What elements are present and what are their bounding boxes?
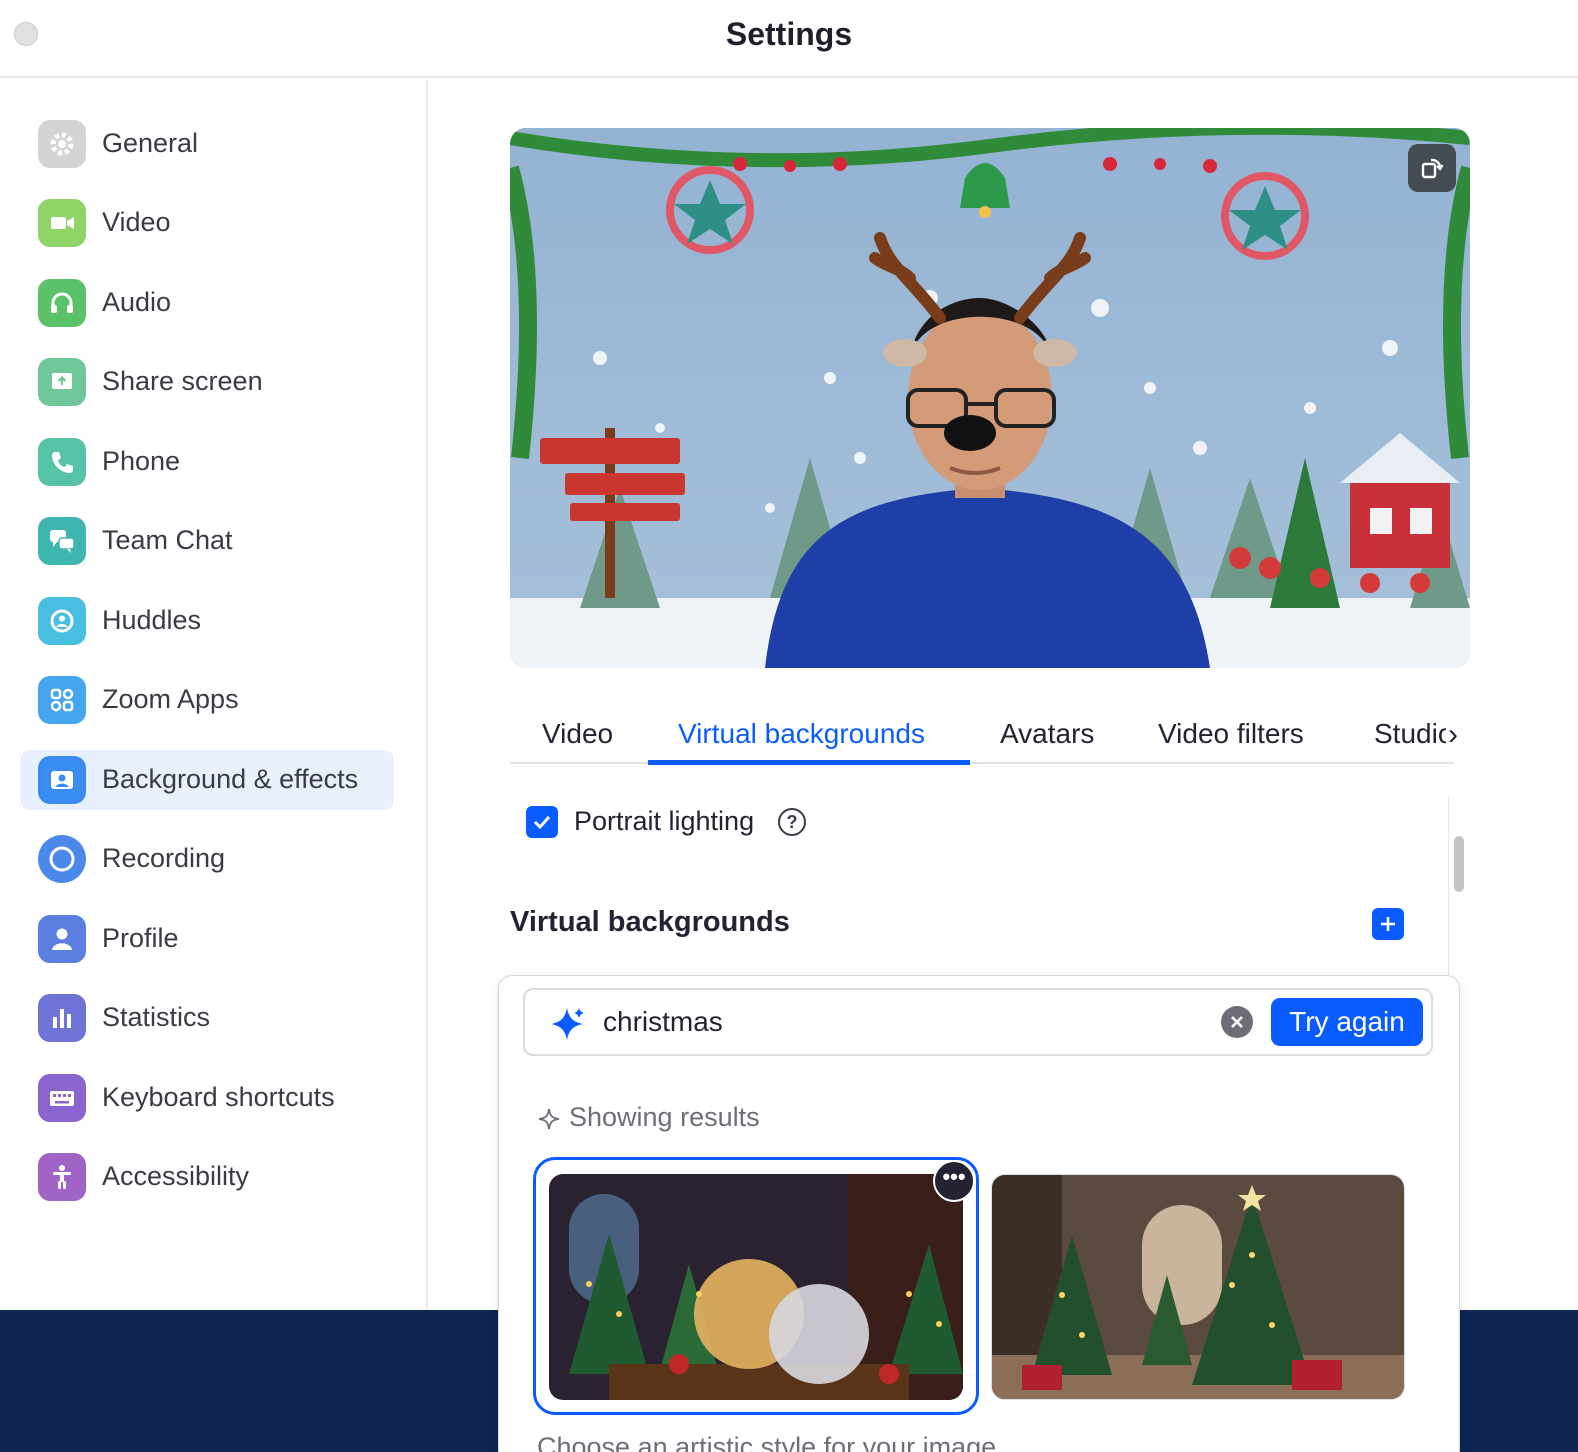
phone-icon <box>38 438 86 486</box>
virtual-backgrounds-heading: Virtual backgrounds <box>510 906 790 938</box>
bar-chart-icon <box>38 994 86 1042</box>
settings-sidebar: General Video Audio Share screen Phone T… <box>0 80 428 1310</box>
generated-background-option-2[interactable] <box>991 1174 1405 1400</box>
sidebar-item-label: Background & effects <box>102 764 359 794</box>
showing-results-label: Showing results <box>537 1102 760 1133</box>
sidebar-item-label: Team Chat <box>102 525 233 555</box>
tab-studio[interactable]: Studio <box>1374 718 1446 750</box>
rotate-icon <box>1421 158 1444 179</box>
showing-results-text: Showing results <box>569 1102 760 1132</box>
sidebar-item-label: Video <box>102 207 171 237</box>
sidebar-item-zoom-apps[interactable]: Zoom Apps <box>20 670 394 730</box>
close-icon <box>1231 1016 1243 1028</box>
sidebar-item-team-chat[interactable]: Team Chat <box>20 511 394 571</box>
gear-icon <box>38 120 86 168</box>
title-bar: Settings <box>0 0 1578 78</box>
sidebar-item-audio[interactable]: Audio <box>20 273 394 333</box>
sidebar-item-recording[interactable]: Recording <box>20 829 394 889</box>
sidebar-item-label: Zoom Apps <box>102 684 239 714</box>
headphones-icon <box>38 279 86 327</box>
portrait-lighting-checkbox[interactable] <box>526 806 558 838</box>
chat-bubbles-icon <box>38 517 86 565</box>
tab-virtual-backgrounds[interactable]: Virtual backgrounds <box>678 718 925 750</box>
tabs-scroll-right-button[interactable]: › <box>1448 718 1458 752</box>
scrollbar-thumb[interactable] <box>1454 836 1464 892</box>
ai-background-generator-panel: christmas Try again Showing results ••• <box>498 975 1460 1452</box>
rotate-video-button[interactable] <box>1408 144 1456 192</box>
more-options-button[interactable]: ••• <box>933 1160 975 1202</box>
help-icon[interactable]: ? <box>778 808 806 836</box>
portrait-lighting-label: Portrait lighting <box>574 806 755 836</box>
tab-video-filters[interactable]: Video filters <box>1158 718 1304 750</box>
sidebar-item-label: Profile <box>102 923 179 953</box>
christmas-ornaments-image <box>549 1174 963 1400</box>
sidebar-item-share-screen[interactable]: Share screen <box>20 352 394 412</box>
sidebar-item-label: Audio <box>102 287 172 317</box>
apps-icon <box>38 676 86 724</box>
sidebar-item-huddles[interactable]: Huddles <box>20 591 394 651</box>
accessibility-icon <box>38 1153 86 1201</box>
sidebar-item-general[interactable]: General <box>20 114 394 174</box>
record-icon <box>38 835 86 883</box>
person-icon <box>38 915 86 963</box>
keyboard-icon <box>38 1074 86 1122</box>
sidebar-item-label: Recording <box>102 843 226 873</box>
sidebar-item-label: Phone <box>102 446 181 476</box>
sidebar-item-label: Share screen <box>102 366 263 396</box>
active-tab-indicator <box>648 760 970 765</box>
sidebar-item-keyboard-shortcuts[interactable]: Keyboard shortcuts <box>20 1068 394 1128</box>
sidebar-item-label: Accessibility <box>102 1161 250 1191</box>
tab-video[interactable]: Video <box>542 718 613 750</box>
sidebar-item-phone[interactable]: Phone <box>20 432 394 492</box>
prompt-input[interactable]: christmas <box>603 1006 723 1038</box>
sidebar-item-label: General <box>102 128 199 158</box>
christmas-background-preview-image <box>510 128 1470 668</box>
sparkle-outline-icon <box>538 1108 560 1130</box>
plus-icon <box>1381 917 1395 931</box>
sidebar-item-profile[interactable]: Profile <box>20 909 394 969</box>
effects-tabs: Video Virtual backgrounds Avatars Video … <box>510 708 1458 765</box>
tab-avatars[interactable]: Avatars <box>1000 718 1094 750</box>
sidebar-item-statistics[interactable]: Statistics <box>20 988 394 1048</box>
huddles-icon <box>38 597 86 645</box>
try-again-button[interactable]: Try again <box>1271 998 1423 1046</box>
video-camera-icon <box>38 199 86 247</box>
background-portrait-icon <box>38 756 86 804</box>
add-background-button[interactable] <box>1372 908 1404 940</box>
checkmark-icon <box>533 815 551 830</box>
sidebar-item-label: Huddles <box>102 605 202 635</box>
video-preview <box>510 128 1470 668</box>
ai-sparkle-icon <box>551 1008 584 1040</box>
sidebar-item-accessibility[interactable]: Accessibility <box>20 1147 394 1207</box>
artistic-style-hint: Choose an artistic style for your image <box>537 1432 997 1452</box>
prompt-input-box[interactable]: christmas Try again <box>523 988 1433 1056</box>
sidebar-item-label: Statistics <box>102 1002 211 1032</box>
christmas-living-room-image <box>992 1175 1404 1399</box>
sidebar-item-background-effects[interactable]: Background & effects <box>20 750 394 810</box>
share-screen-icon <box>38 358 86 406</box>
sidebar-item-label: Keyboard shortcuts <box>102 1082 335 1112</box>
clear-prompt-button[interactable] <box>1221 1006 1253 1038</box>
window-title: Settings <box>725 16 853 52</box>
generated-background-option-1[interactable] <box>549 1174 963 1400</box>
sidebar-item-video[interactable]: Video <box>20 193 394 253</box>
